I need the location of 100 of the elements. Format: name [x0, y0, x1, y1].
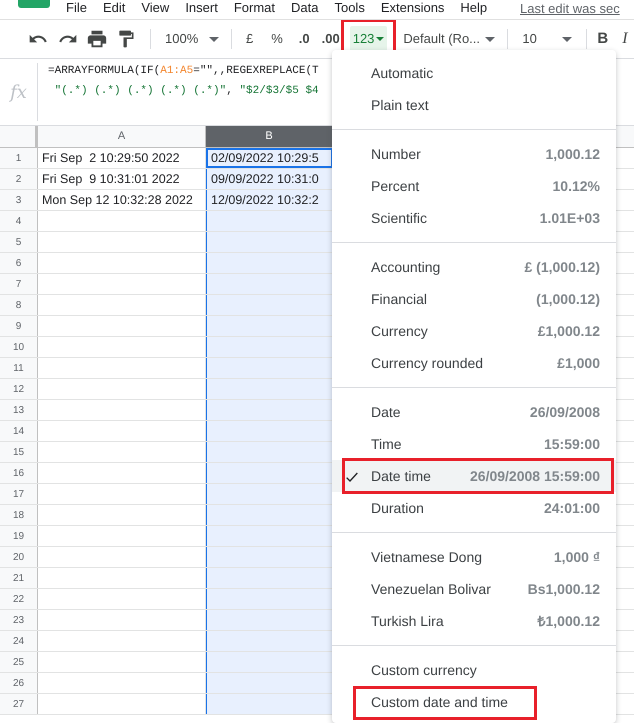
row-number[interactable]: 17 [0, 484, 38, 504]
menu-bar-item[interactable]: View [141, 0, 170, 15]
menu-bar-item[interactable]: Insert [185, 0, 218, 15]
menu-item[interactable]: Plain text [332, 89, 616, 121]
menu-bar-item[interactable]: File [66, 0, 87, 15]
row-number[interactable]: 22 [0, 589, 38, 609]
menu-item[interactable]: Percent 10.12% [332, 170, 616, 202]
formula-text[interactable]: =ARRAYFORMULA(IF( [48, 62, 160, 80]
formula-text[interactable]: "$2/$3/$5 $4 [239, 82, 319, 100]
decrease-decimals-button[interactable]: .0 [298, 29, 310, 49]
row-number[interactable]: 6 [0, 253, 38, 273]
table-cell[interactable] [206, 295, 333, 315]
row-number[interactable]: 27 [0, 694, 38, 714]
table-cell[interactable] [206, 568, 333, 588]
formula-text[interactable]: "(.*) (.*) (.*) (.*) (.*)" [48, 82, 226, 100]
menu-item[interactable]: Time 15:59:00 [332, 428, 616, 460]
menu-bar-item[interactable]: Help [460, 0, 488, 15]
table-cell[interactable] [206, 673, 333, 693]
italic-button[interactable]: I [622, 27, 628, 51]
table-cell[interactable] [206, 547, 333, 567]
table-cell[interactable] [206, 421, 333, 441]
menu-bar-item[interactable]: Tools [334, 0, 365, 15]
row-number[interactable]: 8 [0, 295, 38, 315]
number-format-button[interactable]: 123 [350, 26, 388, 52]
formula-text[interactable]: ="",,REGEXREPLACE(T [193, 62, 319, 80]
row-number[interactable]: 12 [0, 379, 38, 399]
menu-item[interactable]: Custom date and time [332, 686, 616, 718]
font-dropdown[interactable]: Default (Ro... [403, 29, 496, 49]
table-cell[interactable] [206, 610, 333, 630]
table-cell[interactable] [206, 442, 333, 462]
table-cell[interactable] [206, 484, 333, 504]
percent-button[interactable]: % [271, 29, 283, 49]
table-cell[interactable] [206, 232, 333, 252]
row-number[interactable]: 14 [0, 421, 38, 441]
row-number[interactable]: 15 [0, 442, 38, 462]
menu-item[interactable]: Venezuelan Bolivar Bs1,000.12 [332, 573, 616, 605]
currency-button[interactable]: £ [246, 29, 254, 49]
row-number[interactable]: 2 [0, 169, 38, 189]
table-cell[interactable] [206, 211, 333, 231]
menu-item[interactable]: Scientific 1.01E+03 [332, 202, 616, 234]
print-icon[interactable] [86, 28, 108, 50]
app-logo-icon[interactable] [18, 0, 50, 8]
menu-item[interactable]: Financial (1,000.12) [332, 283, 616, 315]
row-number[interactable]: 16 [0, 463, 38, 483]
row-number[interactable]: 7 [0, 274, 38, 294]
table-cell[interactable] [206, 505, 333, 525]
table-cell[interactable]: 02/09/2022 10:29:5 [206, 148, 333, 168]
table-cell[interactable] [206, 253, 333, 273]
increase-decimals-button[interactable]: .00 [322, 29, 340, 49]
table-cell[interactable] [206, 589, 333, 609]
menu-item[interactable]: Date 26/09/2008 [332, 396, 616, 428]
menu-item[interactable]: Number 1,000.12 [332, 138, 616, 170]
row-number[interactable]: 3 [0, 190, 38, 210]
row-number[interactable]: 11 [0, 358, 38, 378]
menu-bar-item[interactable]: Edit [102, 0, 126, 15]
menu-bar-item[interactable]: Format [234, 0, 275, 15]
row-number[interactable]: 13 [0, 400, 38, 420]
table-cell[interactable]: 12/09/2022 10:32:2 [206, 190, 333, 210]
last-edit-link[interactable]: Last edit was sec [520, 1, 620, 16]
row-number[interactable]: 23 [0, 610, 38, 630]
table-cell[interactable] [206, 274, 333, 294]
row-number[interactable]: 5 [0, 232, 38, 252]
column-header[interactable]: B [206, 126, 333, 147]
row-number[interactable]: 24 [0, 631, 38, 651]
row-number[interactable]: 4 [0, 211, 38, 231]
menu-item[interactable]: Accounting £ (1,000.12) [332, 251, 616, 283]
row-number[interactable]: 19 [0, 526, 38, 546]
table-cell[interactable] [206, 631, 333, 651]
table-cell[interactable] [206, 379, 333, 399]
table-cell[interactable] [206, 694, 333, 714]
row-number[interactable]: 10 [0, 337, 38, 357]
menu-item[interactable]: Vietnamese Dong 1,000 ₫ [332, 541, 616, 573]
menu-item[interactable]: Currency rounded £1,000 [332, 347, 616, 379]
row-number[interactable]: 9 [0, 316, 38, 336]
table-cell[interactable] [206, 652, 333, 672]
menu-item[interactable]: Custom currency [332, 654, 616, 686]
menu-bar-item[interactable]: Extensions [380, 0, 444, 15]
menu-item[interactable]: Turkish Lira ₺1,000.12 [332, 605, 616, 637]
table-cell[interactable] [206, 526, 333, 546]
font-size-dropdown[interactable]: 10 [522, 29, 572, 49]
table-cell[interactable]: 09/09/2022 10:31:0 [206, 169, 333, 189]
table-cell[interactable] [206, 463, 333, 483]
row-number[interactable]: 26 [0, 673, 38, 693]
menu-item[interactable]: Automatic [332, 57, 616, 89]
menu-bar-item[interactable]: Data [291, 0, 318, 15]
row-number[interactable]: 20 [0, 547, 38, 567]
zoom-dropdown[interactable]: 100% [165, 29, 219, 49]
menu-item[interactable]: Date time 26/09/2008 15:59:00 [332, 460, 616, 492]
row-number[interactable]: 21 [0, 568, 38, 588]
table-cell[interactable] [206, 316, 333, 336]
table-cell[interactable] [206, 400, 333, 420]
table-cell[interactable] [206, 337, 333, 357]
formula-text[interactable]: , [226, 82, 240, 100]
row-number[interactable]: 25 [0, 652, 38, 672]
menu-item[interactable]: Duration 24:01:00 [332, 492, 616, 524]
table-cell[interactable] [206, 358, 333, 378]
row-number[interactable]: 1 [0, 148, 38, 168]
menu-item[interactable]: Currency £1,000.12 [332, 315, 616, 347]
row-number[interactable]: 18 [0, 505, 38, 525]
bold-button[interactable]: B [597, 28, 608, 50]
